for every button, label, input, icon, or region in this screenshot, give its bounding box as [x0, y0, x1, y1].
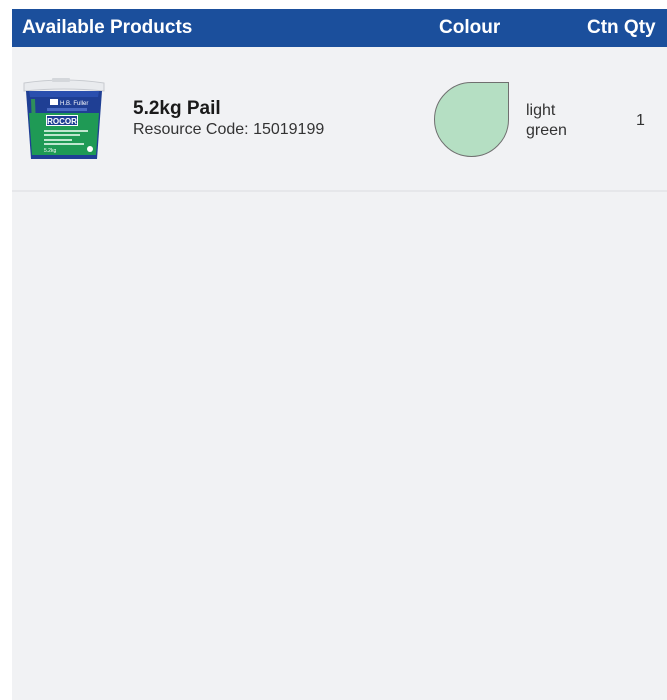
colour-swatch	[434, 82, 509, 157]
header-ctn-qty: Ctn Qty	[587, 17, 656, 38]
colour-name: light green	[526, 102, 567, 139]
table-row[interactable]: H.B. Fuller ROCOR 5.2kg 5.2kg Pail Resou…	[12, 47, 667, 192]
carton-quantity: 1	[636, 112, 645, 129]
header-colour: Colour	[439, 17, 501, 38]
brand-text: H.B. Fuller	[60, 101, 88, 107]
product-pail-image: H.B. Fuller ROCOR 5.2kg	[23, 78, 105, 159]
pail-size-text: 5.2kg	[44, 148, 56, 154]
product-logo-text: ROCOR	[47, 117, 77, 126]
products-table: Available Products Colour Ctn Qty H.B. F…	[12, 9, 667, 700]
table-header: Available Products Colour Ctn Qty	[12, 9, 667, 47]
product-name: 5.2kg Pail	[133, 98, 221, 119]
resource-code: Resource Code: 15019199	[133, 121, 325, 138]
header-available-products: Available Products	[22, 17, 193, 38]
